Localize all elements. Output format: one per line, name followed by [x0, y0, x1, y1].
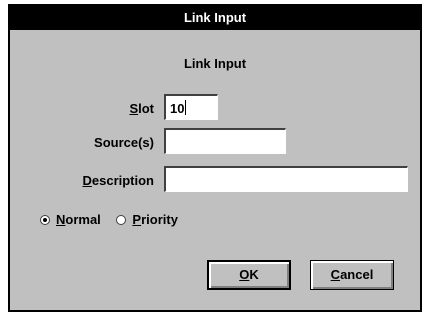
radio-priority-indicator[interactable] [116, 215, 127, 225]
radio-priority[interactable]: Priority [116, 212, 178, 227]
cancel-button[interactable]: Cancel [310, 260, 394, 290]
title-bar[interactable]: Link Input [10, 6, 420, 30]
link-input-dialog: Link Input Link Input Slot 10 Source(s) … [8, 4, 422, 312]
slot-label: Slot [129, 101, 154, 116]
slot-value: 10 [170, 101, 185, 116]
description-label: Description [82, 173, 154, 188]
radio-normal[interactable]: Normal [40, 212, 101, 227]
sources-input[interactable] [164, 128, 286, 154]
mode-radio-group: Normal Priority [40, 212, 190, 227]
text-caret [185, 100, 187, 115]
radio-normal-indicator[interactable] [40, 215, 50, 225]
slot-input[interactable]: 10 [164, 94, 218, 120]
sources-label: Source(s) [94, 135, 154, 150]
dialog-heading: Link Input [183, 56, 247, 71]
window-title: Link Input [183, 10, 247, 25]
ok-button[interactable]: OK [207, 260, 291, 290]
description-input[interactable] [164, 166, 408, 192]
